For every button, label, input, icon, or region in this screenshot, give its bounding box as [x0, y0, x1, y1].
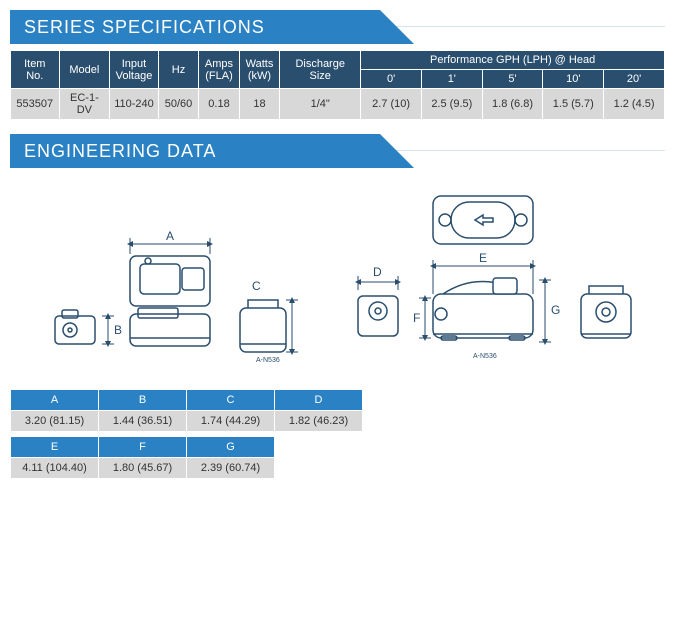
td-discharge: 1/4"	[280, 89, 361, 120]
dim-b-label: B	[114, 323, 122, 337]
dimv-a: 3.20 (81.15)	[11, 411, 99, 432]
th-watts: Watts (kW)	[239, 51, 279, 89]
dimv-e: 4.11 (104.40)	[11, 458, 99, 479]
dimv-g: 2.39 (60.74)	[187, 458, 275, 479]
td-h10: 1.5 (5.7)	[543, 89, 604, 120]
dim-f-label: F	[413, 311, 420, 325]
dimv-c: 1.74 (44.29)	[187, 411, 275, 432]
eng-data-header: ENGINEERING DATA	[10, 134, 380, 168]
th-h0: 0'	[361, 70, 422, 89]
dim-tables: A B C D 3.20 (81.15) 1.44 (36.51) 1.74 (…	[10, 389, 665, 479]
td-itemno: 553507	[11, 89, 60, 120]
dimh-g: G	[187, 437, 275, 458]
dim-c-label: C	[252, 279, 261, 293]
dim-d-label: D	[373, 265, 382, 279]
th-voltage: Input Voltage	[110, 51, 159, 89]
td-watts: 18	[239, 89, 279, 120]
dimh-d: D	[275, 390, 363, 411]
dimv-b: 1.44 (36.51)	[99, 411, 187, 432]
diagram-bottom-row: D E F G	[323, 186, 653, 376]
series-spec-header-wrap: SERIES SPECIFICATIONS	[10, 10, 665, 44]
eng-data-header-wrap: ENGINEERING DATA	[10, 134, 665, 168]
td-amps: 0.18	[199, 89, 239, 120]
th-itemno: Item No.	[11, 51, 60, 89]
th-model: Model	[59, 51, 110, 89]
dimv-f: 1.80 (45.67)	[99, 458, 187, 479]
spec-thead: Item No. Model Input Voltage Hz Amps (FL…	[11, 51, 665, 89]
dim-e-label: E	[479, 251, 487, 265]
td-h1: 2.5 (9.5)	[421, 89, 482, 120]
td-h0: 2.7 (10)	[361, 89, 422, 120]
th-h1: 1'	[421, 70, 482, 89]
th-perf-group: Performance GPH (LPH) @ Head	[361, 51, 665, 70]
dimh-f: F	[99, 437, 187, 458]
table-row: 553507 EC-1-DV 110-240 50/60 0.18 18 1/4…	[11, 89, 665, 120]
spec-table: Item No. Model Input Voltage Hz Amps (FL…	[10, 50, 665, 120]
part-label-1: A-N536	[256, 357, 280, 364]
th-amps: Amps (FLA)	[199, 51, 239, 89]
th-h10: 10'	[543, 70, 604, 89]
dimh-e: E	[11, 437, 99, 458]
td-model: EC-1-DV	[59, 89, 110, 120]
dim-g-label: G	[551, 303, 560, 317]
dim-table-1: A B C D 3.20 (81.15) 1.44 (36.51) 1.74 (…	[10, 389, 363, 432]
diagram-top-row: A B	[20, 226, 320, 376]
td-h20: 1.2 (4.5)	[604, 89, 665, 120]
td-h5: 1.8 (6.8)	[482, 89, 543, 120]
dimv-d: 1.82 (46.23)	[275, 411, 363, 432]
td-voltage: 110-240	[110, 89, 159, 120]
th-h20: 20'	[604, 70, 665, 89]
dim-a-label: A	[166, 229, 174, 243]
th-discharge: Discharge Size	[280, 51, 361, 89]
dimh-b: B	[99, 390, 187, 411]
dim-table-2: E F G 4.11 (104.40) 1.80 (45.67) 2.39 (6…	[10, 436, 275, 479]
part-label-2: A-N536	[473, 353, 497, 360]
series-spec-title: SERIES SPECIFICATIONS	[24, 17, 265, 38]
th-hz: Hz	[158, 51, 198, 89]
spec-tbody: 553507 EC-1-DV 110-240 50/60 0.18 18 1/4…	[11, 89, 665, 120]
th-h5: 5'	[482, 70, 543, 89]
td-hz: 50/60	[158, 89, 198, 120]
dimh-c: C	[187, 390, 275, 411]
eng-data-title: ENGINEERING DATA	[24, 141, 216, 162]
dimh-a: A	[11, 390, 99, 411]
engineering-diagrams: A B	[20, 186, 665, 379]
series-spec-header: SERIES SPECIFICATIONS	[10, 10, 380, 44]
